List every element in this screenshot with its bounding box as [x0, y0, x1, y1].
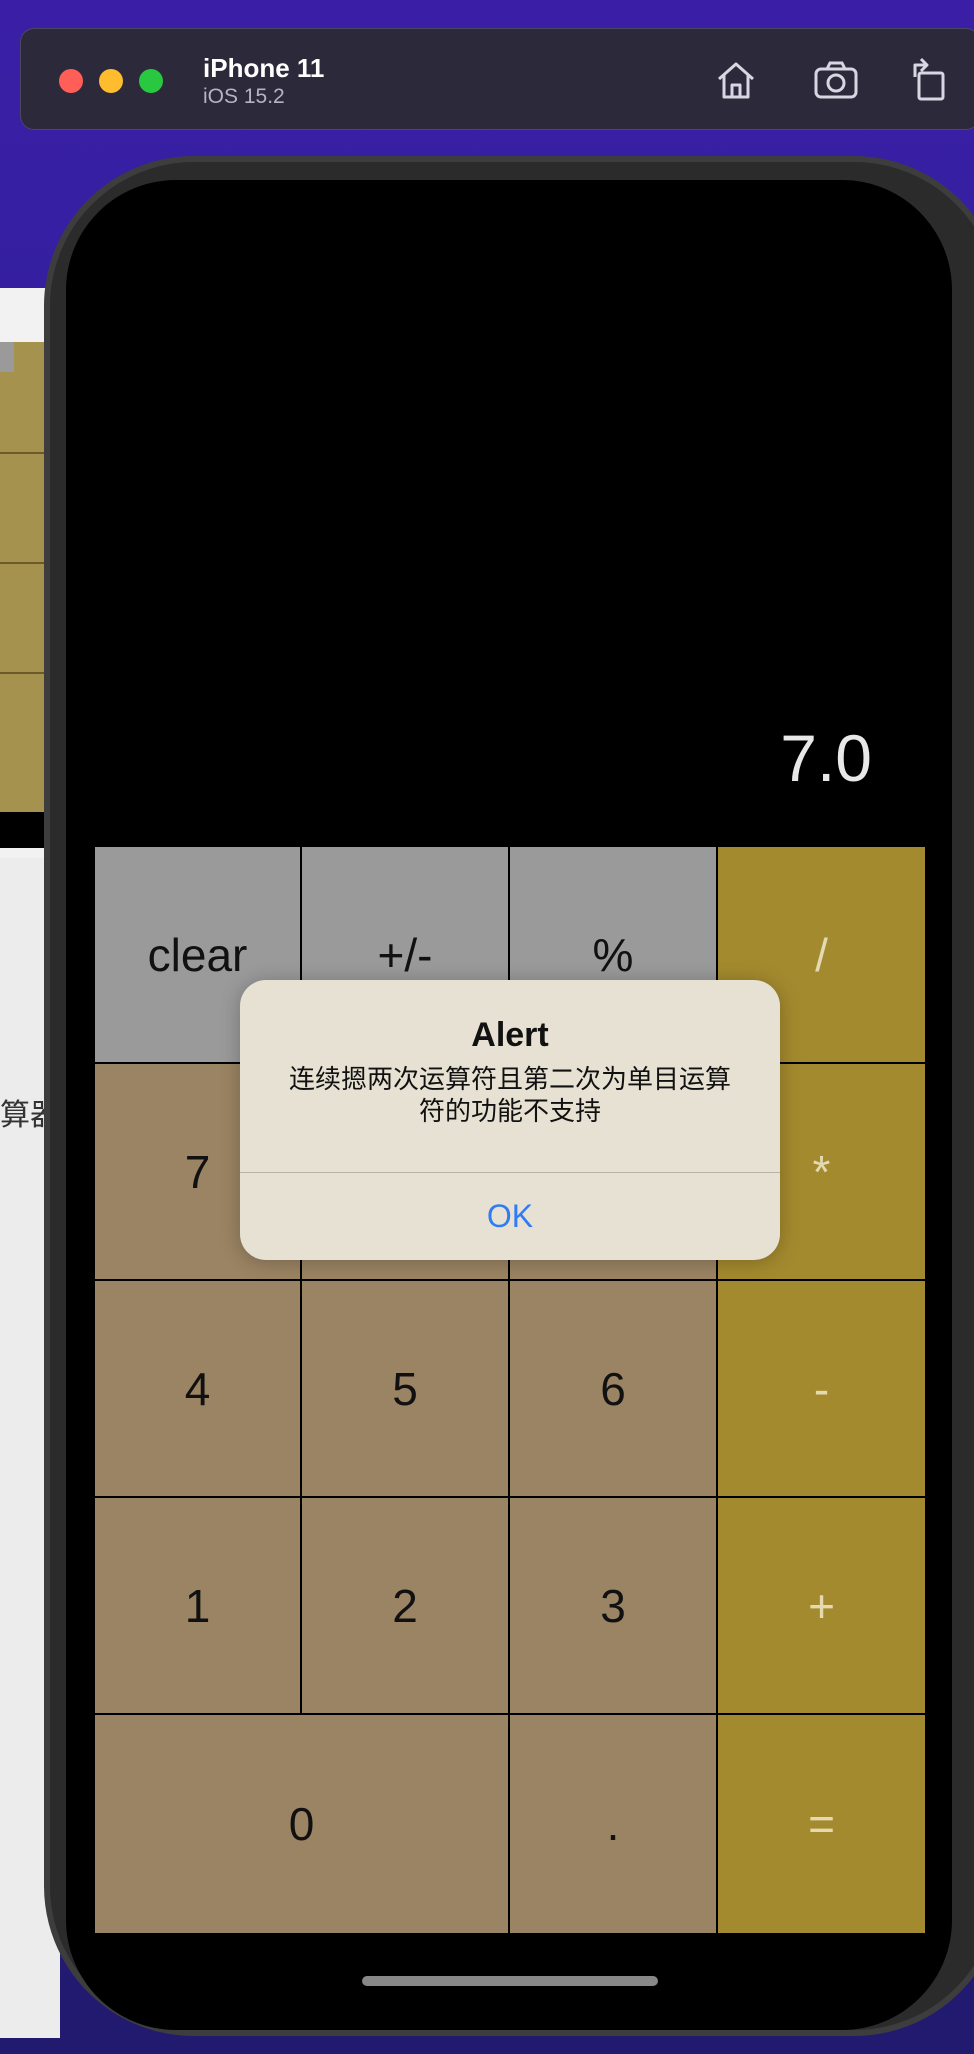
three-button[interactable]: 3	[510, 1498, 716, 1713]
alert-ok-button[interactable]: OK	[240, 1173, 780, 1260]
background-gray-cell	[0, 342, 14, 372]
home-icon[interactable]	[711, 55, 761, 105]
six-button[interactable]: 6	[510, 1281, 716, 1496]
decimal-button[interactable]: .	[510, 1715, 716, 1933]
rotate-icon[interactable]	[905, 55, 955, 105]
calculator-display: 7.0	[780, 721, 872, 795]
simulator-titlebar: iPhone 11 iOS 15.2	[20, 28, 974, 130]
minus-button[interactable]: -	[718, 1281, 925, 1496]
one-button[interactable]: 1	[95, 1498, 300, 1713]
zero-button[interactable]: 0	[95, 1715, 508, 1933]
alert-message: 连续摁两次运算符且第二次为单目运算符的功能不支持	[288, 1065, 731, 1127]
equals-button[interactable]: =	[718, 1715, 925, 1933]
four-button[interactable]: 4	[95, 1281, 300, 1496]
minimize-window-button[interactable]	[99, 69, 123, 93]
os-version: iOS 15.2	[203, 85, 285, 108]
plus-button[interactable]: +	[718, 1498, 925, 1713]
device-name: iPhone 11	[203, 53, 325, 83]
two-button[interactable]: 2	[302, 1498, 508, 1713]
zoom-window-button[interactable]	[139, 69, 163, 93]
close-window-button[interactable]	[59, 69, 83, 93]
five-button[interactable]: 5	[302, 1281, 508, 1496]
alert-title: Alert	[471, 1016, 549, 1054]
home-indicator[interactable]	[362, 1976, 658, 1986]
screenshot-icon[interactable]	[811, 55, 861, 105]
alert-dialog: Alert 连续摁两次运算符且第二次为单目运算符的功能不支持 OK	[240, 980, 780, 1260]
